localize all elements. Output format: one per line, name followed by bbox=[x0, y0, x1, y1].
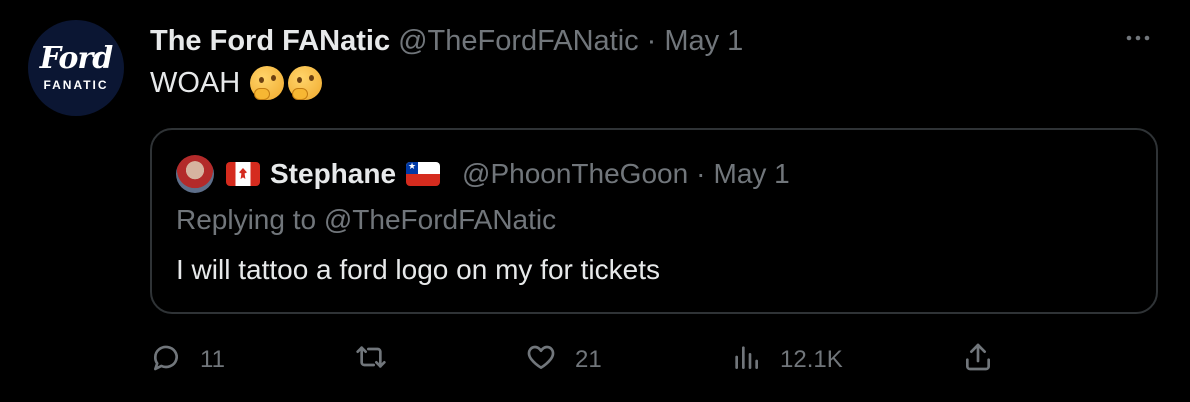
like-icon bbox=[525, 341, 557, 380]
tweet-header: The Ford FANatic @TheFordFANatic · May 1 bbox=[150, 24, 743, 58]
more-horizontal-icon[interactable] bbox=[1126, 26, 1150, 50]
tweet-date[interactable]: May 1 bbox=[664, 25, 743, 58]
like-count: 21 bbox=[575, 346, 602, 373]
views-count: 12.1K bbox=[780, 346, 843, 373]
quoted-tweet-text: I will tattoo a ford logo on my for tick… bbox=[176, 254, 660, 285]
reply-count: 11 bbox=[200, 346, 225, 373]
replying-to: Replying to @TheFordFANatic bbox=[176, 204, 557, 235]
quoted-tweet-header: Stephane @PhoonTheGoon · May 1 bbox=[176, 154, 790, 194]
thinking-face-emoji-icon bbox=[250, 66, 285, 100]
canada-flag-icon bbox=[226, 162, 260, 186]
author-avatar[interactable]: Ford FANATIC bbox=[28, 20, 124, 116]
views-button[interactable]: 12.1K bbox=[730, 340, 843, 380]
author-handle[interactable]: @TheFordFANatic bbox=[398, 25, 639, 58]
tweet-text: WOAH bbox=[150, 64, 323, 102]
like-button[interactable]: 21 bbox=[525, 340, 602, 380]
ford-logo-script: Ford bbox=[39, 41, 113, 76]
reply-icon bbox=[150, 341, 182, 380]
author-name[interactable]: The Ford FANatic bbox=[150, 25, 390, 58]
reply-button[interactable]: 11 bbox=[150, 340, 225, 380]
header-separator: · bbox=[646, 24, 657, 57]
fanatic-logo-text: FANATIC bbox=[43, 78, 109, 92]
action-bar: 11 21 12.1K bbox=[0, 340, 1190, 380]
quoted-author-avatar[interactable] bbox=[176, 155, 214, 193]
retweet-icon bbox=[355, 341, 387, 380]
share-button[interactable] bbox=[962, 340, 994, 380]
retweet-button[interactable] bbox=[355, 340, 405, 380]
chile-flag-icon bbox=[406, 161, 441, 186]
views-icon bbox=[730, 341, 762, 380]
quoted-tweet-date[interactable]: May 1 bbox=[714, 158, 790, 190]
emoji-group bbox=[250, 66, 323, 100]
thinking-face-emoji-icon bbox=[288, 66, 323, 100]
quoted-author-name[interactable]: Stephane bbox=[270, 158, 396, 190]
quoted-tweet[interactable]: Stephane @PhoonTheGoon · May 1 Replying … bbox=[150, 128, 1158, 314]
quoted-author-handle[interactable]: @PhoonTheGoon bbox=[462, 158, 688, 190]
share-icon bbox=[962, 341, 994, 380]
quoted-header-separator: · bbox=[696, 158, 706, 189]
tweet-body: WOAH bbox=[150, 66, 241, 99]
